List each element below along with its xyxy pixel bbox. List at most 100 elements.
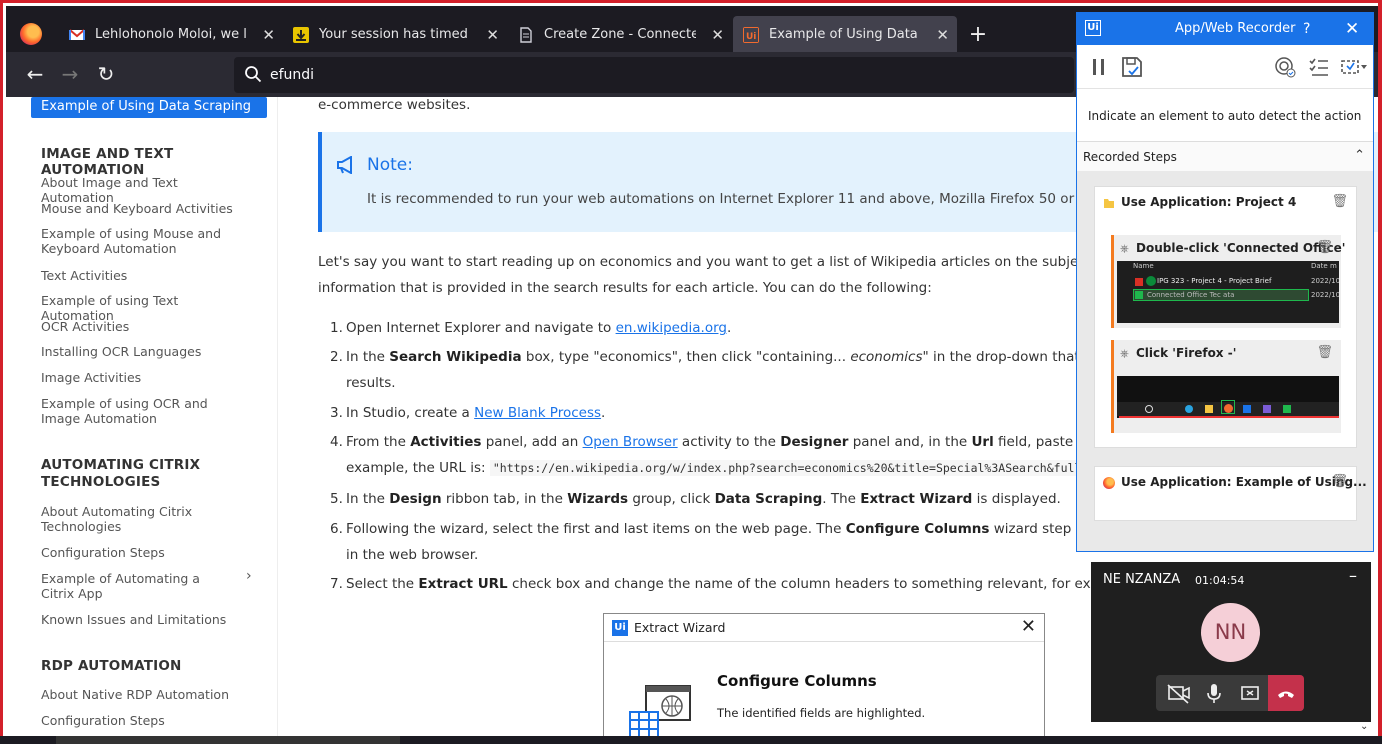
excel-file-icon — [1135, 291, 1143, 299]
thumb-text: Date m — [1311, 262, 1337, 270]
sidebar-item[interactable]: OCR Activities — [41, 319, 241, 334]
gmail-icon — [69, 29, 85, 40]
minimize-icon[interactable]: – — [1349, 566, 1357, 585]
trash-icon[interactable]: 🗑 — [1316, 240, 1333, 255]
intro-text: e-commerce websites. — [318, 97, 471, 113]
step-text: activity to the — [677, 434, 781, 450]
address-text: efundi — [270, 67, 315, 83]
trash-icon[interactable]: 🗑 — [1316, 345, 1333, 360]
step-bold: Url — [971, 434, 994, 450]
wikipedia-link[interactable]: en.wikipedia.org — [616, 320, 727, 336]
svg-text:Ui: Ui — [746, 32, 756, 42]
firefox-icon — [1103, 477, 1115, 489]
sidebar-item[interactable]: Image Activities — [41, 370, 241, 385]
use-application-card[interactable]: Use Application: Project 4 🗑 ⎈ Double-cl… — [1094, 186, 1357, 448]
close-tab-icon[interactable]: ✕ — [711, 16, 724, 54]
recorded-steps-header[interactable]: Recorded Steps ⌃ — [1077, 141, 1373, 171]
tab-label: Lehlohonolo Moloi, we look for — [95, 27, 247, 42]
sidebar-item[interactable]: Installing OCR Languages — [41, 344, 241, 359]
avatar: NN — [1201, 603, 1260, 662]
tab-create-zone[interactable]: Create Zone - Connected Office ✕ — [508, 16, 732, 54]
step-7: 7. Select the Extract URL check box and c… — [330, 576, 1187, 592]
new-tab-button[interactable]: + — [966, 20, 990, 50]
action-double-click[interactable]: ⎈ Double-click 'Connected Office' 🗑 Name… — [1111, 235, 1345, 328]
sidebar-item[interactable]: About Native RDP Automation — [41, 687, 241, 702]
tab-label: Your session has timed out. — [319, 27, 471, 42]
camera-off-icon[interactable] — [1160, 675, 1196, 711]
use-application-card[interactable]: Use Application: Example of Using... 🗑 — [1094, 466, 1367, 521]
tab-label: Example of Using Data Scraping — [769, 27, 921, 42]
help-button[interactable]: ? — [1303, 13, 1310, 45]
chevron-right-icon[interactable]: › — [246, 568, 252, 584]
step-bold: Design — [389, 491, 442, 507]
trash-icon[interactable]: 🗑 — [1331, 194, 1348, 209]
trash-icon[interactable]: 🗑 — [1331, 474, 1348, 489]
back-arrow-icon[interactable]: ← — [23, 62, 47, 86]
web-table-icon — [629, 685, 691, 739]
new-blank-process-link[interactable]: New Blank Process — [474, 405, 601, 421]
chevron-up-icon[interactable]: ⌃ — [1354, 148, 1365, 163]
sidebar-item[interactable]: Configuration Steps — [41, 545, 241, 560]
open-browser-link[interactable]: Open Browser — [583, 434, 678, 450]
step-bold: Configure Columns — [845, 521, 990, 537]
reload-icon[interactable]: ↻ — [94, 62, 118, 86]
note-title: Note: — [367, 155, 413, 175]
chevron-down-icon[interactable]: ⌄ — [1360, 721, 1368, 732]
card-title: Use Application: Project 4 — [1121, 195, 1297, 209]
wizard-heading: Configure Columns — [717, 672, 877, 690]
close-tab-icon[interactable]: ✕ — [486, 16, 499, 54]
tab-session[interactable]: Your session has timed out. ✕ — [283, 16, 507, 54]
action-title: Double-click 'Connected Office' — [1136, 241, 1346, 255]
highlight-line — [1119, 416, 1339, 418]
sidebar-item[interactable]: Example of Automating a Citrix App — [41, 571, 231, 601]
sidebar-item[interactable]: Example of using OCR and Image Automatio… — [41, 396, 246, 426]
taskbar-icon — [1263, 405, 1271, 413]
wizard-subtitle: The identified fields are highlighted. — [717, 706, 926, 720]
step-bold: Wizards — [567, 491, 629, 507]
sidebar-item[interactable]: Text Activities — [41, 268, 241, 283]
address-bar[interactable]: efundi — [234, 57, 1074, 93]
sidebar-item[interactable]: Example of using Mouse and Keyboard Auto… — [41, 226, 221, 256]
pdf-file-icon — [1135, 278, 1143, 286]
action-screenshot — [1117, 376, 1339, 418]
microphone-icon[interactable] — [1196, 675, 1232, 711]
taskbar-icon — [1145, 405, 1153, 413]
screen: Lehlohonolo Moloi, we look for ✕ Your se… — [0, 0, 1382, 744]
action-click-firefox[interactable]: ⎈ Click 'Firefox -' 🗑 — [1111, 340, 1341, 433]
save-icon[interactable] — [1120, 55, 1144, 79]
sidebar-item[interactable]: Known Issues and Limitations — [41, 612, 241, 627]
step-text: check box and change the name of the col… — [507, 576, 1187, 592]
sidebar-heading: AUTOMATING CITRIX TECHNOLOGIES — [41, 457, 201, 490]
step-text: . — [601, 405, 606, 421]
action-screenshot: Name Date m IPG 323 - Project 4 - Projec… — [1117, 261, 1339, 323]
note-text: It is recommended to run your web automa… — [367, 191, 1152, 207]
screenshot-dropdown-icon[interactable] — [1339, 55, 1369, 79]
recorded-steps-title: Recorded Steps — [1083, 150, 1177, 164]
download-icon — [293, 27, 309, 43]
horizontal-scrollbar[interactable] — [56, 736, 400, 744]
firefox-icon[interactable] — [20, 23, 42, 45]
step-text: ribbon tab, in the — [441, 491, 568, 507]
checklist-icon[interactable] — [1307, 55, 1331, 79]
sidebar-item[interactable]: About Automating Citrix Technologies — [41, 504, 216, 534]
forward-arrow-icon[interactable]: → — [58, 62, 82, 86]
step-italic: economics — [850, 349, 923, 365]
app-web-recorder-panel: Ui App/Web Recorder ? ✕ Indicate an elem… — [1076, 12, 1374, 552]
close-icon[interactable]: ✕ — [1345, 13, 1359, 45]
close-tab-icon[interactable]: ✕ — [262, 16, 275, 54]
close-icon: ✕ — [1020, 616, 1036, 637]
tab-data-scraping[interactable]: Ui Example of Using Data Scraping ✕ — [733, 16, 957, 54]
close-tab-icon[interactable]: ✕ — [936, 16, 949, 54]
step-text: panel, add an — [481, 434, 583, 450]
thumb-text: 2022/10 — [1311, 277, 1339, 285]
share-screen-icon[interactable] — [1232, 675, 1268, 711]
step-text: example, the URL is: — [346, 460, 490, 476]
pause-icon[interactable] — [1087, 55, 1111, 79]
tab-gmail[interactable]: Lehlohonolo Moloi, we look for ✕ — [59, 16, 283, 54]
status-dot-icon — [1146, 276, 1156, 286]
sidebar-item[interactable]: Configuration Steps — [41, 713, 241, 728]
sidebar-item-active[interactable]: Example of Using Data Scraping — [31, 97, 267, 118]
sidebar-item[interactable]: Mouse and Keyboard Activities — [41, 201, 241, 216]
target-icon[interactable] — [1273, 55, 1297, 79]
hang-up-icon[interactable] — [1268, 675, 1304, 711]
